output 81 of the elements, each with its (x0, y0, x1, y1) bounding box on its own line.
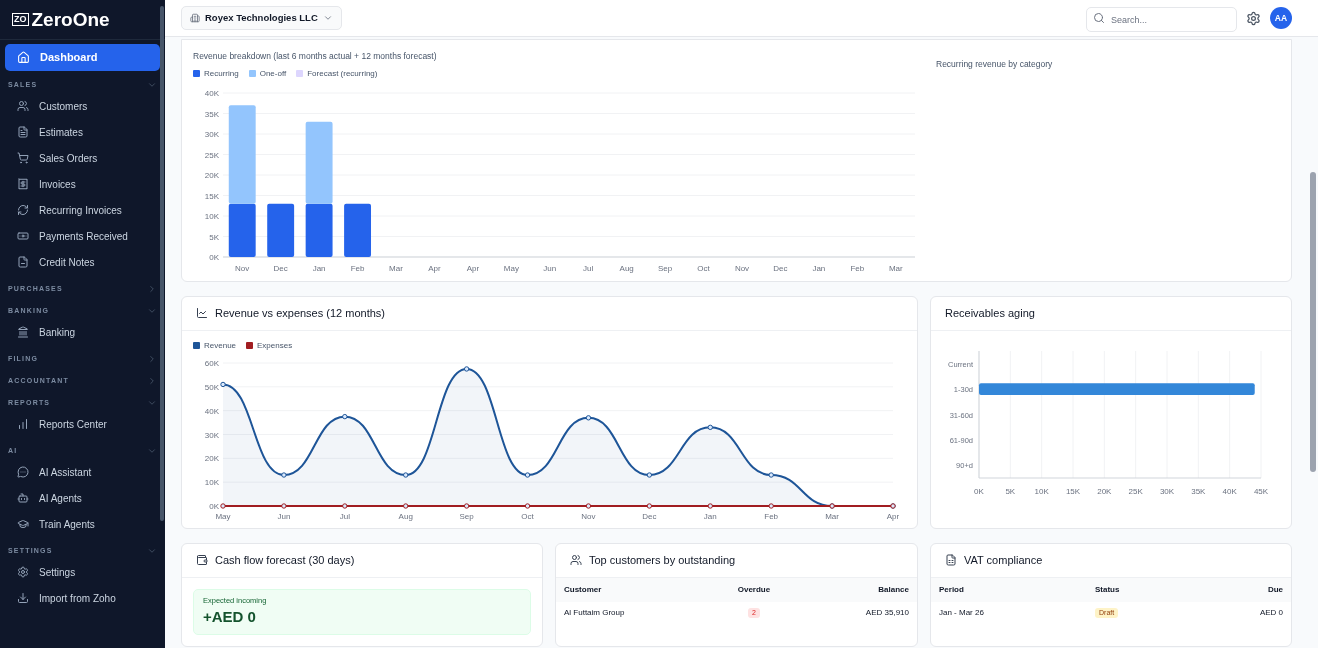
column-header: Period (931, 577, 1087, 602)
axis-tick-label: 10K (204, 211, 219, 221)
table-cell-text: Jan - Mar 26 (938, 606, 985, 619)
axis-tick-label: 25K (1128, 486, 1143, 496)
axis-tick-label: May (503, 263, 519, 273)
axis-tick-label: Nov (235, 263, 250, 273)
axis-tick-label: Apr (466, 263, 480, 273)
table-cell-text: AED 35,910 (864, 606, 910, 619)
axis-tick-label: Feb (350, 263, 365, 273)
axis-tick-label: Apr (886, 511, 900, 521)
axis-tick-label: Apr (428, 263, 441, 273)
axis-tick-label: 25K (204, 150, 219, 160)
card-title: Revenue vs expenses (12 months) (215, 306, 385, 321)
legend-label: Forecast (recurring) (307, 67, 378, 80)
axis-tick-label: May (215, 511, 231, 521)
axis-tick-label: 15K (204, 191, 219, 201)
axis-tick-label: Aug (619, 263, 634, 273)
column-header: Customer (556, 577, 708, 602)
axis-tick-label: 0K (974, 486, 984, 496)
column-header: Due (1207, 577, 1291, 602)
logo-text: ZeroOne (31, 10, 110, 29)
axis-tick-label: Dec (642, 511, 657, 521)
table-cell-text: AED 0 (1258, 606, 1284, 619)
axis-tick-label: 40K (1222, 486, 1237, 496)
axis-tick-label: Jan (312, 263, 326, 273)
card-title: Cash flow forecast (30 days) (215, 553, 355, 568)
axis-tick-label: Aug (398, 511, 413, 521)
table-cell-text: Al Futtaim Group (563, 606, 626, 619)
logo-mark: ZO (12, 13, 29, 26)
axis-tick-label: Feb (764, 511, 779, 521)
chart-title: Revenue breakdown (last 6 months actual + 12 months forecast) (193, 50, 438, 63)
axis-tick-label: 35K (1191, 486, 1206, 496)
card-title: Receivables aging (945, 306, 1035, 321)
axis-tick-label: 15K (1065, 486, 1081, 496)
axis-tick-label: Mar (389, 263, 403, 273)
axis-tick-label: Sep (459, 511, 474, 521)
axis-tick-label: 35K (204, 109, 219, 119)
incoming-value: +AED 0 (203, 607, 257, 627)
axis-tick-label: 20K (204, 170, 219, 180)
axis-tick-label: 50K (204, 382, 219, 392)
axis-tick-label: 40K (204, 88, 219, 98)
axis-tick-label: 0K (209, 501, 219, 511)
axis-tick-label: 10K (1034, 486, 1049, 496)
axis-tick-label: Jun (543, 263, 557, 273)
axis-tick-label: Oct (697, 263, 710, 273)
legend-label: Expenses (257, 339, 293, 352)
axis-tick-label: Mar (888, 263, 903, 273)
axis-tick-label: Nov (581, 511, 596, 521)
card-title: Top customers by outstanding (589, 553, 736, 568)
axis-tick-label: 30K (204, 430, 219, 440)
axis-tick-label: 20K (1097, 486, 1112, 496)
axis-tick-label: 60K (204, 358, 219, 368)
legend-label: One-off (259, 67, 287, 80)
axis-tick-label: Jul (339, 511, 350, 521)
legend-label: Recurring (204, 67, 239, 80)
axis-tick-label: Jan (812, 263, 826, 273)
axis-tick-label: 30K (1159, 486, 1175, 496)
axis-tick-label: 20K (204, 454, 219, 464)
chart-title: Recurring revenue by category (936, 59, 1053, 69)
axis-tick-label: 10K (204, 477, 219, 487)
axis-tick-label: 0K (209, 252, 219, 262)
axis-tick-label: 30K (204, 129, 219, 139)
axis-tick-label: Mar (825, 511, 839, 521)
axis-tick-label: Sep (658, 263, 673, 273)
axis-tick-label: Jan (703, 511, 717, 521)
column-header: Status (1087, 577, 1207, 602)
axis-tick-label: 40K (204, 406, 219, 416)
legend-label: Revenue (204, 339, 237, 352)
axis-tick-label: 5K (1005, 486, 1016, 496)
axis-tick-label: 5K (209, 232, 219, 242)
card-title: VAT compliance (964, 553, 1043, 568)
axis-tick-label: Nov (734, 263, 750, 273)
axis-tick-label: Dec (773, 263, 788, 273)
axis-tick-label: Oct (521, 511, 534, 521)
column-header: Overdue (707, 577, 801, 602)
axis-tick-label: Feb (850, 263, 865, 273)
axis-tick-label: Jul (583, 263, 594, 273)
axis-tick-label: Dec (273, 263, 288, 273)
axis-tick-label: Jun (277, 511, 291, 521)
axis-tick-label: 45K (1253, 486, 1269, 496)
column-header: Balance (800, 577, 917, 602)
